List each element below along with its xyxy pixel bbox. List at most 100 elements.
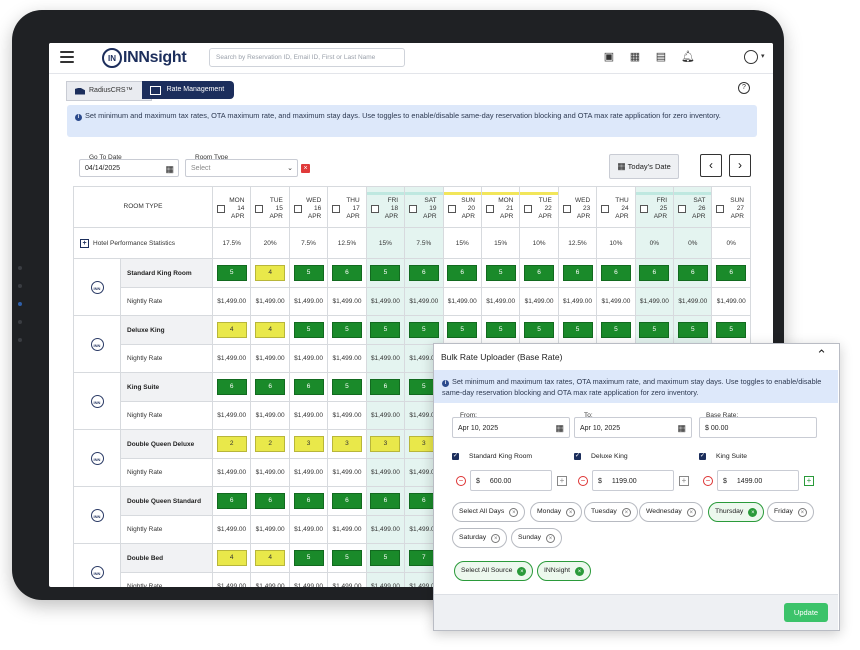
calendar-icon[interactable]: ▦ (555, 418, 564, 439)
nightly-rate-cell[interactable]: $1,499.00 (519, 287, 559, 316)
inventory-count-badge[interactable]: 5 (370, 322, 401, 338)
breadcrumb-radiuscrs[interactable]: RadiusCRS™ (66, 81, 152, 101)
nightly-rate-cell[interactable]: $1,499.00 (673, 287, 713, 316)
inventory-count-badge[interactable]: 5 (370, 265, 401, 281)
nightly-rate-cell[interactable]: $1,499.00 (365, 344, 406, 373)
date-header[interactable]: WED 16 APR (288, 186, 329, 228)
inventory-count-badge[interactable]: 5 (524, 322, 555, 338)
collapse-chevron-icon[interactable]: ⌃ (816, 347, 827, 363)
nightly-rate-cell[interactable]: $1,499.00 (250, 458, 290, 487)
room-type-name[interactable]: Double Queen Standard (121, 487, 212, 516)
date-header[interactable]: TUE 22 APR (519, 186, 559, 228)
date-header[interactable]: WED 23 APR (557, 186, 598, 228)
inventory-count-badge[interactable]: 4 (216, 322, 247, 338)
decrease-minus-icon[interactable]: − (703, 476, 713, 486)
nightly-rate-cell[interactable]: $1,499.00 (327, 572, 367, 587)
inventory-count-badge[interactable]: 3 (293, 436, 324, 452)
update-button[interactable]: Update (784, 603, 828, 622)
nightly-rate-cell[interactable]: $1,499.00 (250, 572, 290, 587)
nightly-rate-cell[interactable]: $1,499.00 (211, 458, 252, 487)
base-rate-input[interactable]: $ 00.00 (699, 417, 817, 438)
inventory-count-badge[interactable]: 5 (485, 322, 516, 338)
nightly-rate-cell[interactable]: $1,499.00 (211, 287, 252, 316)
nightly-rate-cell[interactable]: $1,499.00 (365, 401, 406, 430)
inventory-count-badge[interactable]: 5 (293, 265, 324, 281)
nightly-rate-cell[interactable]: $1,499.00 (288, 344, 329, 373)
inventory-count-badge[interactable]: 5 (562, 322, 593, 338)
bell-icon[interactable]: 🔔︎ (681, 51, 695, 63)
nightly-rate-cell[interactable]: $1,499.00 (327, 401, 367, 430)
inventory-count-badge[interactable]: 4 (255, 322, 286, 338)
todays-date-button[interactable]: ▦ Today's Date (609, 154, 679, 179)
nightly-rate-cell[interactable]: $1,499.00 (250, 287, 290, 316)
inventory-count-badge[interactable]: 5 (600, 322, 631, 338)
inventory-count-badge[interactable]: 5 (370, 550, 401, 566)
inventory-count-badge[interactable]: 5 (293, 550, 324, 566)
date-checkbox[interactable] (601, 205, 610, 213)
nightly-rate-cell[interactable]: $1,499.00 (250, 344, 290, 373)
inventory-count-badge[interactable]: 6 (293, 379, 324, 395)
day-chip[interactable]: Thursday × (708, 502, 765, 522)
user-avatar-icon[interactable] (744, 50, 758, 64)
inventory-count-badge[interactable]: 5 (216, 265, 247, 281)
date-header[interactable]: FRI 25 APR (634, 186, 675, 228)
nightly-rate-cell[interactable]: $1,499.00 (327, 515, 367, 544)
chip-toggle-icon[interactable]: × (509, 507, 519, 517)
chip-toggle-icon[interactable]: × (491, 533, 501, 543)
date-header[interactable]: MON 14 APR (211, 186, 252, 228)
inventory-count-badge[interactable]: 6 (255, 493, 286, 509)
date-header[interactable]: SAT 19 APR (404, 186, 444, 228)
room-type-name[interactable]: King Suite (121, 373, 212, 402)
inventory-count-badge[interactable]: 3 (370, 436, 401, 452)
inventory-count-badge[interactable]: 4 (216, 550, 247, 566)
day-chip[interactable]: Wednesday × (639, 502, 703, 522)
inventory-count-badge[interactable]: 5 (639, 322, 670, 338)
increase-plus-icon[interactable]: + (557, 476, 567, 486)
date-checkbox[interactable] (332, 205, 341, 213)
inventory-count-badge[interactable]: 5 (408, 322, 439, 338)
nightly-rate-cell[interactable]: $1,499.00 (327, 287, 367, 316)
nightly-rate-cell[interactable]: $1,499.00 (250, 515, 290, 544)
date-checkbox[interactable] (447, 205, 456, 213)
chip-toggle-icon[interactable]: × (517, 566, 527, 576)
nightly-rate-cell[interactable]: $1,499.00 (365, 458, 406, 487)
nightly-rate-cell[interactable]: $1,499.00 (288, 515, 329, 544)
chip-toggle-icon[interactable]: × (748, 507, 758, 517)
source-chip[interactable]: INNsight × (537, 561, 592, 581)
day-chip[interactable]: Select All Days × (452, 502, 526, 522)
app-logo[interactable]: IN INNsight (102, 48, 187, 68)
room-type-select[interactable]: Select ⌄ (185, 159, 298, 177)
nightly-rate-cell[interactable]: $1,499.00 (288, 458, 329, 487)
inventory-count-badge[interactable]: 2 (255, 436, 286, 452)
inventory-count-badge[interactable]: 6 (370, 379, 401, 395)
room-rate-input[interactable]: $600.00 (470, 470, 552, 491)
breadcrumb-rate-management[interactable]: Rate Management (141, 81, 235, 99)
room-rate-input[interactable]: $1199.00 (592, 470, 674, 491)
nightly-rate-cell[interactable]: $1,499.00 (211, 572, 252, 587)
date-checkbox[interactable] (678, 205, 687, 213)
date-header[interactable]: FRI 18 APR (365, 186, 406, 228)
nightly-rate-cell[interactable]: $1,499.00 (480, 287, 521, 316)
inventory-count-badge[interactable]: 6 (716, 265, 747, 281)
date-checkbox[interactable] (293, 205, 302, 213)
next-week-button[interactable]: › (729, 154, 751, 177)
increase-plus-icon[interactable]: + (804, 476, 814, 486)
inventory-count-badge[interactable]: 5 (485, 265, 516, 281)
chip-toggle-icon[interactable]: × (566, 507, 576, 517)
source-chip[interactable]: Select All Source × (454, 561, 534, 581)
hotel-stats-label[interactable]: + Hotel Performance Statistics (73, 227, 213, 259)
calendar-icon[interactable]: ▣ (603, 51, 615, 63)
date-checkbox[interactable] (716, 205, 725, 213)
nightly-rate-cell[interactable]: $1,499.00 (404, 287, 444, 316)
inventory-count-badge[interactable]: 6 (216, 493, 247, 509)
nightly-rate-cell[interactable]: $1,499.00 (596, 287, 636, 316)
day-chip[interactable]: Sunday × (511, 528, 563, 548)
inventory-count-badge[interactable]: 5 (677, 322, 708, 338)
date-header[interactable]: THU 17 APR (327, 186, 367, 228)
inventory-count-badge[interactable]: 3 (331, 436, 362, 452)
nightly-rate-cell[interactable]: $1,499.00 (250, 401, 290, 430)
date-checkbox[interactable] (370, 205, 379, 213)
chip-toggle-icon[interactable]: × (797, 507, 807, 517)
inventory-count-badge[interactable]: 6 (639, 265, 670, 281)
nightly-rate-cell[interactable]: $1,499.00 (288, 401, 329, 430)
